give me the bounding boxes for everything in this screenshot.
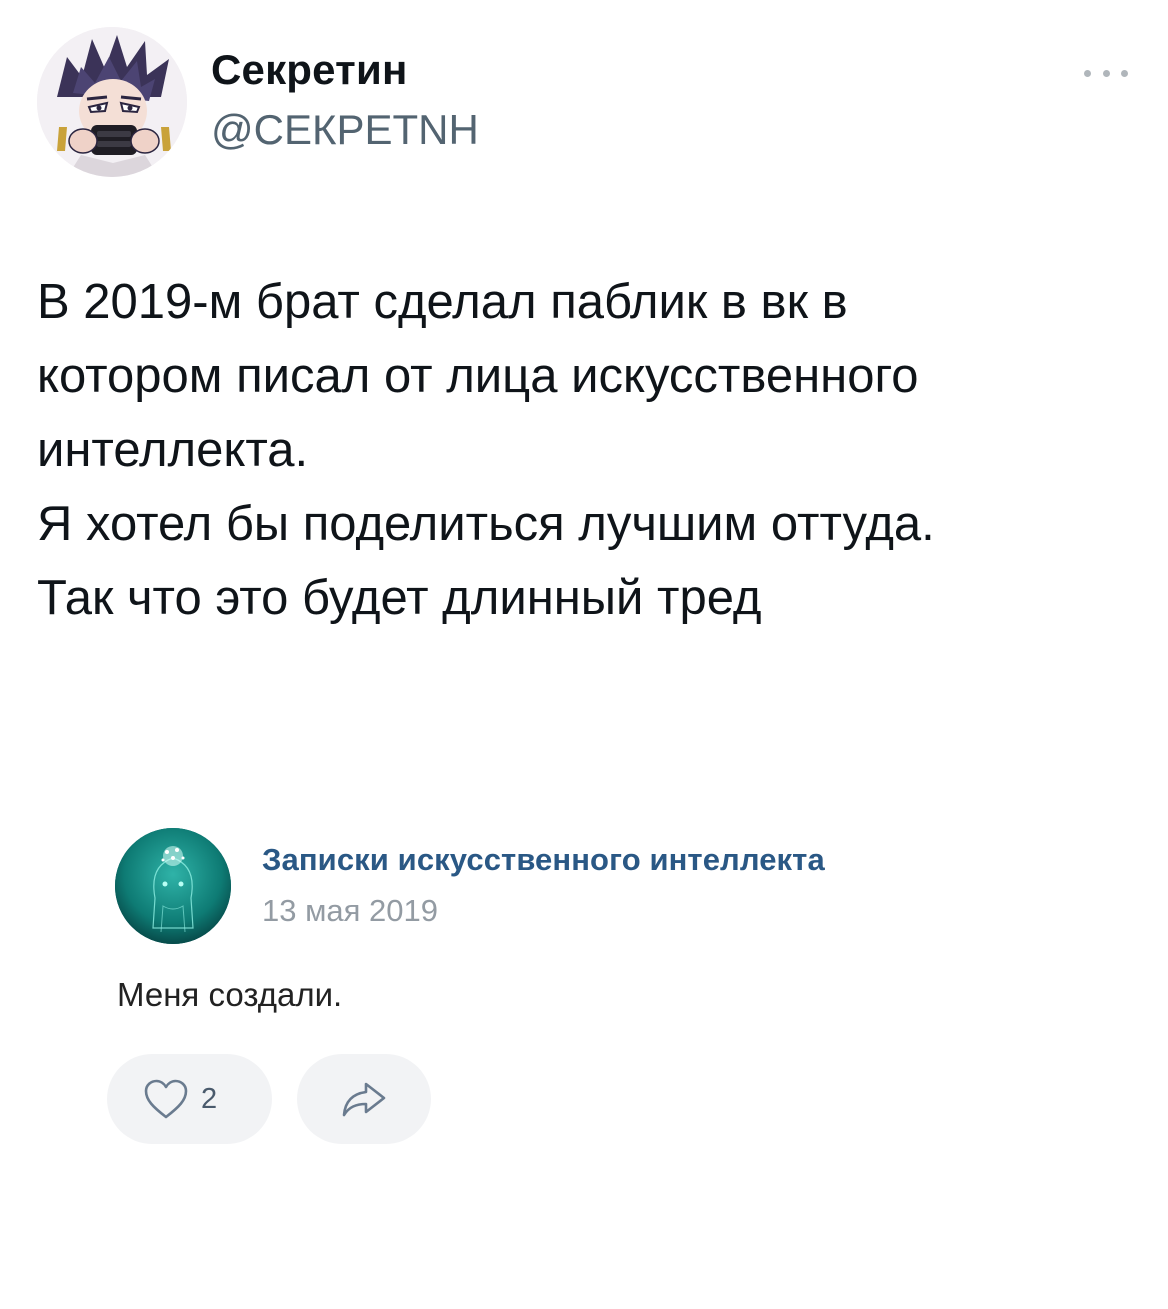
tweet-text-line: Я хотел бы поделиться лучшим оттуда. <box>37 497 935 551</box>
tweet-text-line: интеллекта. <box>37 423 309 477</box>
vk-share-button[interactable] <box>297 1054 431 1144</box>
ai-head-illustration <box>115 828 231 944</box>
vk-post-date[interactable]: 13 мая 2019 <box>262 893 438 929</box>
tweet-text: В 2019-м брат сделал паблик в вк в котор… <box>37 265 1137 635</box>
vk-like-button[interactable]: 2 <box>107 1054 272 1144</box>
vk-like-count: 2 <box>201 1082 218 1115</box>
page: Секретин @СЕКРЕТNH В 2019-м брат сделал … <box>0 0 1168 1309</box>
vk-post-text: Меня создали. <box>117 976 343 1013</box>
ellipsis-icon-dot <box>1102 69 1110 77</box>
share-arrow-icon <box>342 1082 386 1117</box>
tweet-text-line: котором писал от лица искусственного <box>37 349 919 403</box>
author-handle[interactable]: @СЕКРЕТNH <box>211 106 479 154</box>
heart-icon <box>144 1079 188 1119</box>
ellipsis-icon <box>1084 69 1091 77</box>
author-display-name[interactable]: Секретин <box>211 46 408 94</box>
tweet-text-line: Так что это будет длинный тред <box>37 571 762 625</box>
author-avatar[interactable] <box>37 27 187 177</box>
more-options-button[interactable] <box>1080 58 1132 88</box>
avatar-illustration <box>37 27 187 177</box>
tweet-text-line: В 2019-м брат сделал паблик в вк в <box>37 275 848 329</box>
vk-group-name[interactable]: Записки искусственного интеллекта <box>262 842 825 878</box>
ellipsis-icon-dot <box>1121 69 1128 77</box>
vk-group-avatar[interactable] <box>115 828 231 944</box>
